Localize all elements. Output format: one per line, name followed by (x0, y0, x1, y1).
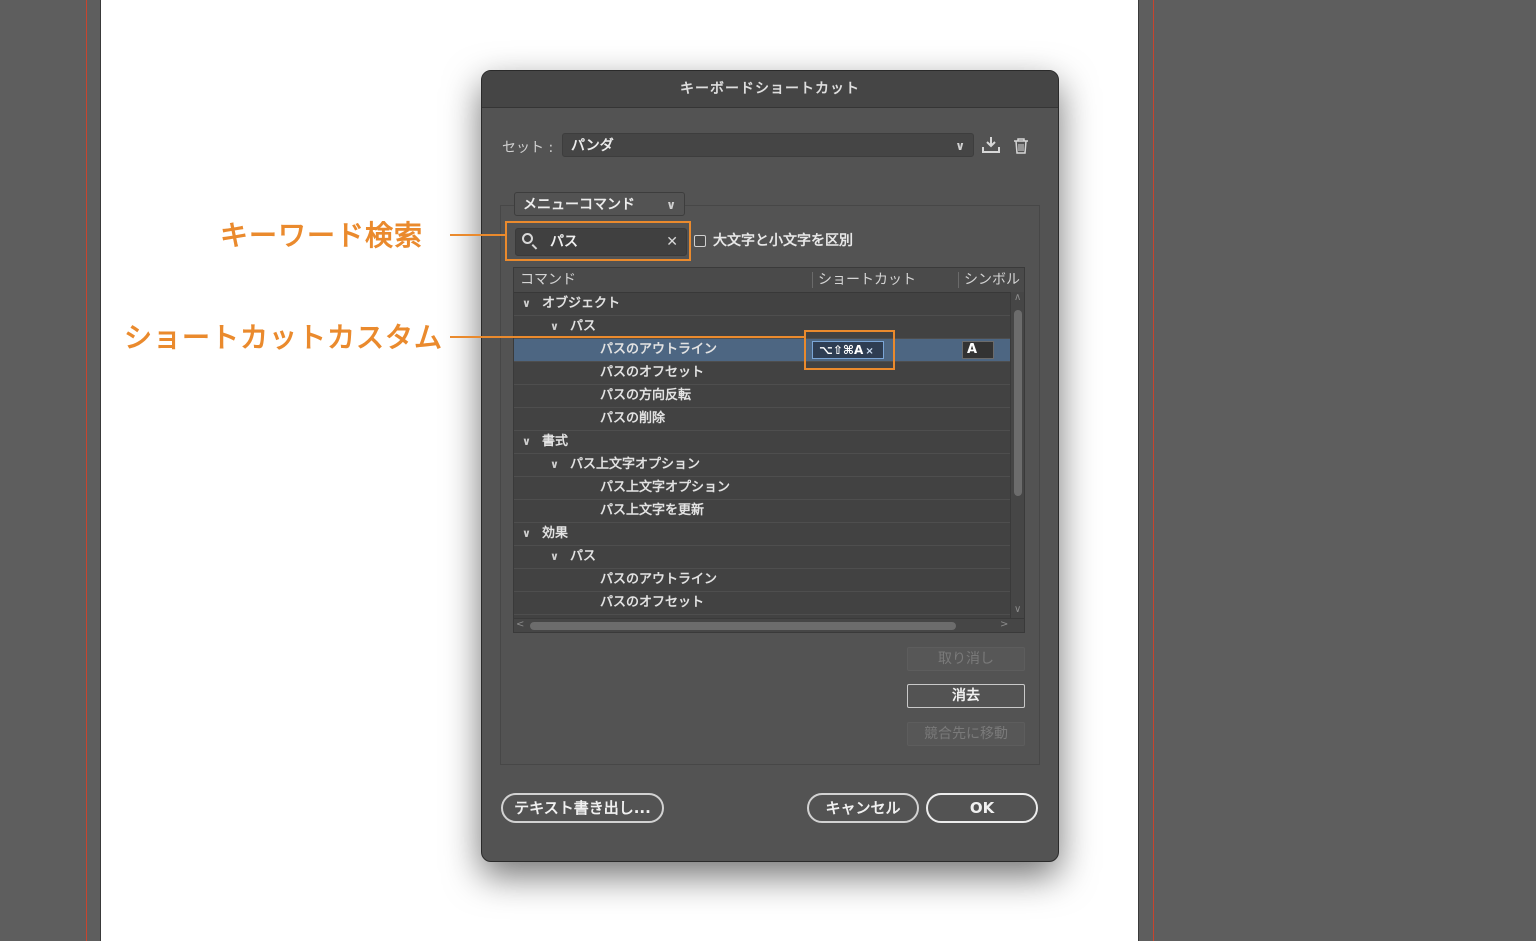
table-row[interactable]: パスの方向反転 (514, 385, 1010, 408)
table-row[interactable]: ∨ 書式 (514, 431, 1010, 454)
annotation-line (450, 234, 506, 236)
annotation-line (450, 336, 805, 338)
keyboard-shortcuts-dialog: キーボードショートカット セット : パンダ ∨ メニューコマンド ∨ パス ✕… (481, 70, 1059, 862)
bleed-guide-right (1153, 0, 1154, 941)
export-text-button[interactable]: テキスト書き出し... (501, 793, 664, 823)
set-value: パンダ (571, 138, 614, 154)
download-icon[interactable] (981, 135, 1001, 159)
scroll-left-icon[interactable]: < (516, 619, 524, 630)
table-row[interactable]: パスのオフセット (514, 592, 1010, 615)
table-row[interactable]: ∨ パス上文字オプション (514, 454, 1010, 477)
table-row[interactable]: パスの削除 (514, 408, 1010, 431)
annotation-box-search (505, 221, 691, 261)
annotation-box-shortcut (804, 330, 895, 370)
table-header: コマンド ショートカット シンボル (514, 268, 1024, 293)
column-header-command[interactable]: コマンド (520, 268, 576, 292)
ok-button[interactable]: OK (926, 793, 1038, 823)
chevron-down-icon: ∨ (955, 139, 965, 153)
table-row[interactable]: パス上文字を更新 (514, 500, 1010, 523)
annotation-keyword-search: キーワード検索 (220, 219, 424, 252)
dialog-title: キーボードショートカット (482, 71, 1058, 108)
table-row[interactable]: パスのアウトライン (514, 569, 1010, 592)
undo-button[interactable]: 取り消し (907, 647, 1025, 671)
bleed-guide-left (86, 0, 87, 941)
shortcut-table: コマンド ショートカット シンボル ∨ オブジェクト ∨ パス パスのアウトライ… (513, 267, 1025, 633)
horizontal-scroll-thumb[interactable] (530, 622, 956, 630)
table-row[interactable]: パスのオフセット (514, 362, 1010, 385)
column-header-shortcut[interactable]: ショートカット (818, 268, 916, 292)
horizontal-scrollbar[interactable]: < > (514, 618, 1024, 632)
scroll-up-icon[interactable]: ∧ (1014, 292, 1021, 303)
set-select[interactable]: パンダ ∨ (562, 133, 974, 157)
table-row-selected[interactable]: パスのアウトライン ⌥⇧⌘A × A (514, 339, 1010, 362)
trash-icon[interactable] (1013, 137, 1029, 159)
chevron-down-icon[interactable]: ∨ (550, 316, 559, 338)
table-row[interactable]: パス上文字オプション (514, 477, 1010, 500)
chevron-down-icon[interactable]: ∨ (522, 523, 531, 545)
chevron-down-icon[interactable]: ∨ (522, 431, 531, 453)
vertical-scroll-thumb[interactable] (1014, 310, 1022, 496)
chevron-down-icon[interactable]: ∨ (550, 546, 559, 568)
chevron-down-icon[interactable]: ∨ (550, 454, 559, 476)
go-to-conflict-button[interactable]: 競合先に移動 (907, 722, 1025, 746)
scroll-down-icon[interactable]: ∨ (1014, 604, 1021, 615)
clear-button[interactable]: 消去 (907, 684, 1025, 708)
table-row[interactable]: ∨ オブジェクト (514, 293, 1010, 316)
chevron-down-icon: ∨ (666, 198, 676, 212)
symbol-field[interactable]: A (962, 341, 994, 359)
column-header-symbol[interactable]: シンボル (964, 268, 1020, 292)
case-sensitive-checkbox[interactable] (694, 235, 706, 247)
table-row[interactable]: ∨ パス (514, 546, 1010, 569)
canvas-right-pasteboard (1138, 0, 1536, 941)
menu-command-select[interactable]: メニューコマンド ∨ (514, 192, 685, 216)
vertical-scrollbar[interactable]: ∧ ∨ (1010, 292, 1024, 618)
cancel-button[interactable]: キャンセル (807, 793, 919, 823)
scroll-right-icon[interactable]: > (1000, 619, 1008, 630)
chevron-down-icon[interactable]: ∨ (522, 293, 531, 315)
menu-command-value: メニューコマンド (523, 197, 635, 213)
annotation-shortcut-custom: ショートカットカスタム (124, 321, 444, 354)
table-row[interactable]: ∨ 効果 (514, 523, 1010, 546)
set-label: セット : (502, 140, 554, 156)
case-sensitive-label: 大文字と小文字を区別 (713, 233, 853, 249)
